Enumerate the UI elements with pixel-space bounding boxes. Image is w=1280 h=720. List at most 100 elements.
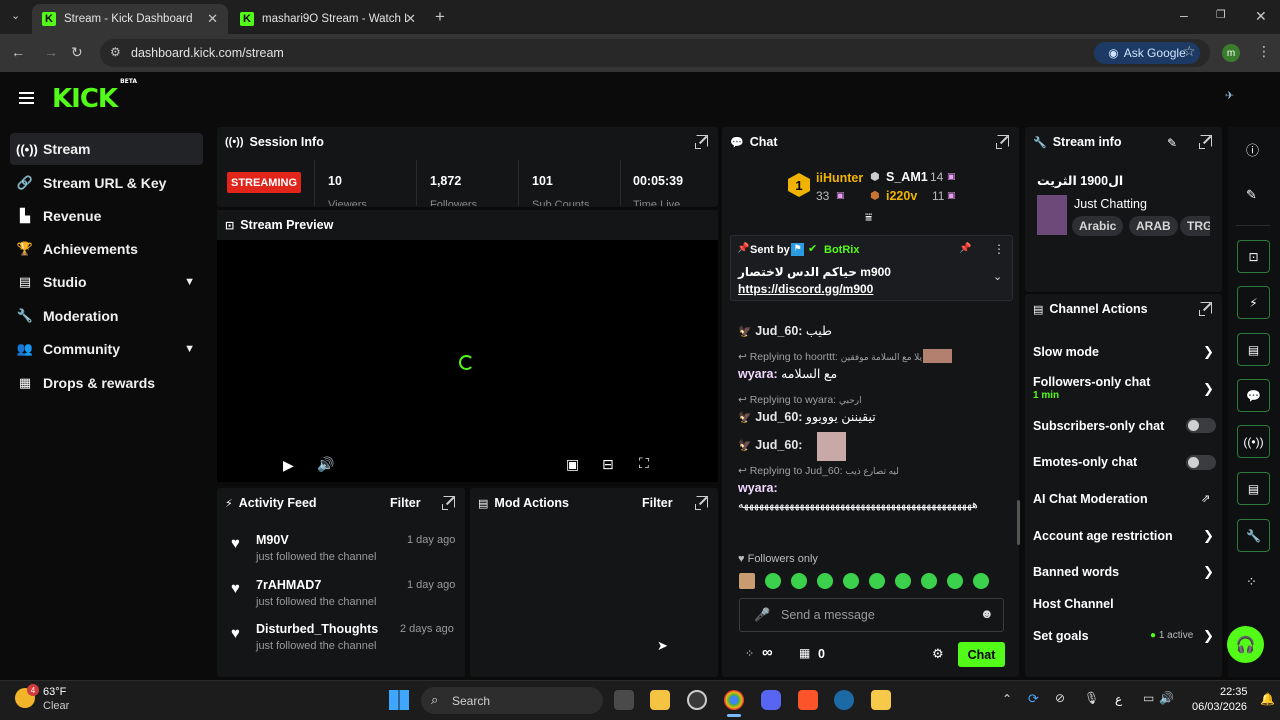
sidebar-item-achievements[interactable]: 🏆 Achievements xyxy=(10,233,203,265)
bookmark-star-icon[interactable]: ☆ xyxy=(1183,43,1196,60)
clock-time[interactable]: 22:35 xyxy=(1220,686,1248,698)
popout-icon[interactable] xyxy=(442,496,455,510)
emote-icon[interactable] xyxy=(791,572,807,589)
hamburger-menu-icon[interactable] xyxy=(19,92,34,104)
chat-username[interactable]: Jud_60: xyxy=(755,410,802,424)
chrome-menu-icon[interactable]: ⋮ xyxy=(1257,43,1271,60)
mod-actions-shortcut-button[interactable]: ▤ xyxy=(1237,333,1270,366)
external-link-icon[interactable]: ⇗ xyxy=(1201,492,1210,505)
chat-send-button[interactable]: Chat xyxy=(958,642,1005,667)
chat-message[interactable]: 🦅 Jud_60: طيب xyxy=(738,323,832,338)
tag-arab[interactable]: ARAB xyxy=(1129,216,1178,236)
app-icon[interactable] xyxy=(871,690,891,710)
sidebar-item-revenue[interactable]: ▙ Revenue xyxy=(10,200,203,232)
steam-icon[interactable] xyxy=(834,690,854,710)
new-tab-icon[interactable]: + xyxy=(435,7,445,27)
emoji-picker-icon[interactable]: ☻ xyxy=(980,606,994,621)
leader-name[interactable]: iiHunter xyxy=(816,171,863,185)
activity-username[interactable]: Disturbed_Thoughts xyxy=(256,622,378,636)
popout-icon[interactable] xyxy=(1199,135,1212,149)
sidebar-item-stream-url-key[interactable]: 🔗 Stream URL & Key xyxy=(10,167,203,199)
popout-icon[interactable] xyxy=(695,135,708,149)
fullscreen-icon[interactable]: ⛶ xyxy=(639,455,649,472)
site-info-icon[interactable]: ⚙ xyxy=(110,45,121,59)
play-icon[interactable]: ▶ xyxy=(283,457,294,474)
file-explorer-icon[interactable] xyxy=(650,690,670,710)
popout-icon[interactable] xyxy=(1199,302,1212,316)
forward-icon[interactable]: → xyxy=(44,44,58,60)
popout-icon[interactable] xyxy=(695,496,708,510)
sidebar-item-moderation[interactable]: 🔧 Moderation xyxy=(10,300,203,332)
chevron-right-icon[interactable]: ❯ xyxy=(1203,344,1214,360)
slow-mode-item[interactable]: Slow mode xyxy=(1033,345,1099,359)
network-off-icon[interactable]: ⊘ xyxy=(1055,691,1065,705)
sync-icon[interactable]: ⟳ xyxy=(1028,691,1039,707)
more-options-icon[interactable]: ⋮ xyxy=(993,242,1005,256)
task-view-icon[interactable] xyxy=(614,690,634,710)
taskbar-search[interactable]: ⌕ Search xyxy=(421,687,603,714)
emote-icon[interactable] xyxy=(869,572,885,589)
avatar-emote-icon[interactable] xyxy=(739,572,755,589)
channel-points-icon[interactable]: ⁘ xyxy=(745,647,754,660)
pinned-link[interactable]: https://discord.gg/m900 xyxy=(738,282,873,296)
chevron-down-icon[interactable]: ▼ xyxy=(184,276,195,288)
mic-tray-icon[interactable]: 🎙 xyxy=(1084,691,1099,705)
bot-name[interactable]: BotRix xyxy=(824,244,859,256)
weather-temp[interactable]: 63°F xyxy=(43,686,66,698)
emote-icon[interactable] xyxy=(895,572,911,589)
unpin-icon[interactable]: 📌 xyxy=(959,243,971,254)
tab-stream-watch[interactable]: K mashari9O Stream - Watch Live ✕ xyxy=(230,4,426,34)
volume-icon[interactable]: 🔊 xyxy=(317,456,334,473)
chat-message[interactable]: 🦅 Jud_60: xyxy=(738,438,802,452)
chat-message[interactable]: wyara: ههههههههههههههههههههههههههههههههه… xyxy=(738,481,1000,515)
subs-only-toggle[interactable] xyxy=(1186,418,1216,433)
chevron-right-icon[interactable]: ❯ xyxy=(1203,528,1214,544)
chevron-right-icon[interactable]: ❯ xyxy=(1203,381,1214,397)
emote-icon[interactable] xyxy=(921,572,937,589)
activity-filter-button[interactable]: Filter xyxy=(390,496,421,510)
info-icon[interactable]: ⓘ xyxy=(1246,140,1259,159)
gift-sub-icon[interactable]: ▦ xyxy=(799,646,810,660)
chat-username[interactable]: wyara: xyxy=(738,367,778,381)
clock-date[interactable]: 06/03/2026 xyxy=(1192,701,1247,713)
category-name[interactable]: Just Chatting xyxy=(1074,197,1147,211)
pinned-message[interactable]: 📌 Sent by ⚑ ✔ BotRix 📌 ⋮ حياكم الدس لاخت… xyxy=(730,235,1013,301)
edit-icon[interactable]: ✎ xyxy=(1167,136,1177,150)
chevron-right-icon[interactable]: ❯ xyxy=(1203,628,1214,644)
ai-moderation-item[interactable]: AI Chat Moderation xyxy=(1033,492,1148,506)
activity-shortcut-button[interactable]: ⚡ xyxy=(1237,286,1270,319)
preview-shortcut-button[interactable]: ⊡ xyxy=(1237,240,1270,273)
popout-icon[interactable] xyxy=(996,135,1009,149)
volume-tray-icon[interactable]: 🔊 xyxy=(1159,691,1174,705)
actions-shortcut-button[interactable]: ▤ xyxy=(1237,472,1270,505)
followers-only-item[interactable]: Followers-only chat xyxy=(1033,375,1150,389)
notifications-icon[interactable]: 🔔 xyxy=(1260,692,1275,706)
close-tab-icon[interactable]: ✕ xyxy=(405,11,416,27)
chat-message[interactable]: 🦅 Jud_60: تيقيننن يوويوو xyxy=(738,409,876,424)
back-icon[interactable]: ← xyxy=(11,44,25,60)
theater-icon[interactable]: ⊟ xyxy=(602,456,614,473)
leader-name[interactable]: i220v xyxy=(886,189,917,203)
profile-avatar[interactable]: m xyxy=(1222,44,1240,62)
obs-icon[interactable] xyxy=(687,690,707,710)
chat-username[interactable]: Jud_60: xyxy=(755,438,802,452)
support-headset-icon[interactable]: 🎧 xyxy=(1227,626,1264,663)
emotes-only-item[interactable]: Emotes-only chat xyxy=(1033,455,1137,469)
wifi-icon[interactable]: ▭ xyxy=(1143,691,1154,705)
chat-username[interactable]: wyara: xyxy=(738,481,778,495)
set-goals-item[interactable]: Set goals xyxy=(1033,629,1089,643)
tag-trg[interactable]: TRG xyxy=(1180,216,1210,236)
chat-scrollbar[interactable] xyxy=(1017,500,1020,545)
leader-name[interactable]: S_AM1 xyxy=(886,170,928,184)
emote-icon[interactable] xyxy=(765,572,781,589)
chat-message[interactable]: wyara: مع السلامه xyxy=(738,366,837,381)
emote-icon[interactable] xyxy=(843,572,859,589)
tab-search-icon[interactable]: ⌄ xyxy=(11,9,20,22)
chat-settings-icon[interactable]: ⚙ xyxy=(932,646,944,662)
stream-info-shortcut-button[interactable]: 🔧 xyxy=(1237,519,1270,552)
activity-username[interactable]: 7rAHMAD7 xyxy=(256,578,321,592)
tag-arabic[interactable]: Arabic xyxy=(1072,216,1124,236)
close-tab-icon[interactable]: ✕ xyxy=(207,11,218,27)
chat-username[interactable]: Jud_60: xyxy=(755,324,802,338)
pip-icon[interactable]: ▣ xyxy=(566,456,579,473)
